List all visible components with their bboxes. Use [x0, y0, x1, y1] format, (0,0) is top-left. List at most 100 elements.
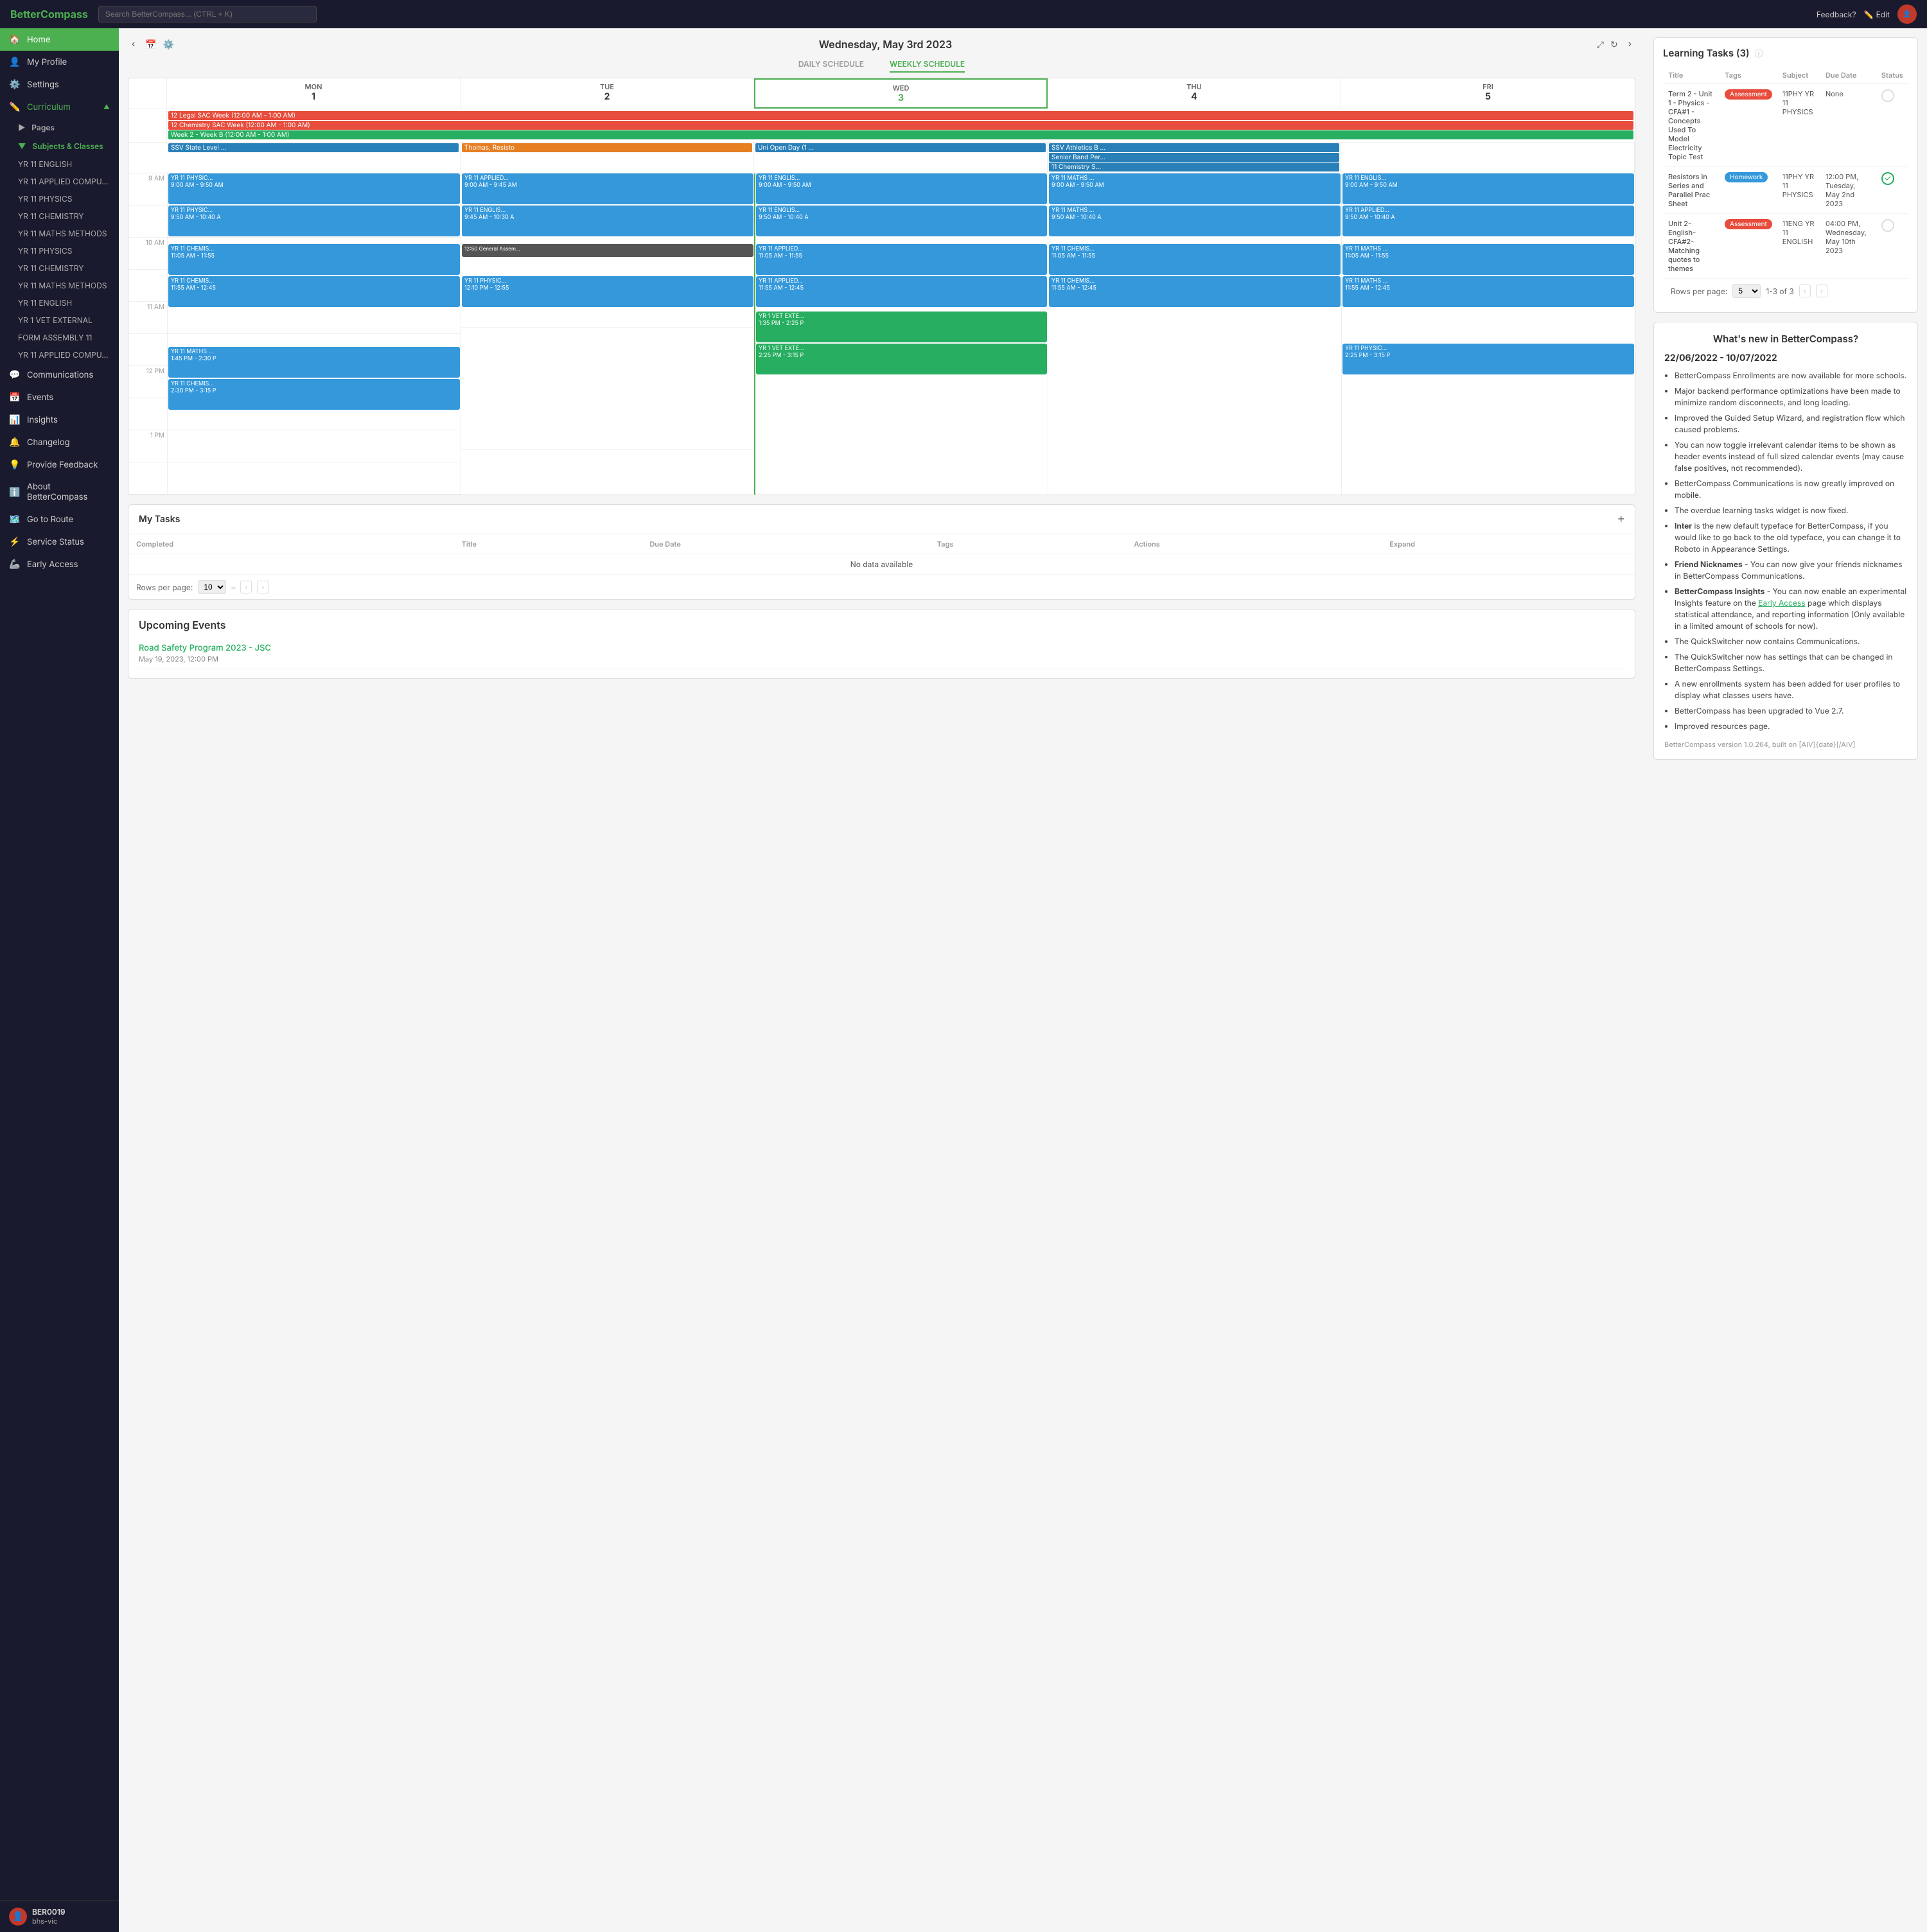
- sidebar-item-yr11-chemistry2[interactable]: YR 11 CHEMISTRY: [0, 259, 119, 277]
- sidebar-item-yr1-vet[interactable]: YR 1 VET EXTERNAL: [0, 312, 119, 329]
- tasks-prev-page-button[interactable]: ‹: [240, 581, 252, 593]
- event-tue-applied[interactable]: YR 11 APPLIED...9:00 AM - 9:45 AM: [462, 173, 753, 204]
- event-mon-chem1[interactable]: YR 11 CHEMIS...11:05 AM - 11:55: [168, 244, 460, 275]
- sidebar-subjects-header[interactable]: ▼ Subjects & Classes: [0, 137, 119, 155]
- sidebar-item-yr11-applied[interactable]: YR 11 APPLIED COMPU...: [0, 173, 119, 190]
- allday-event-legal-sac[interactable]: 12 Legal SAC Week (12:00 AM - 1:00 AM): [168, 111, 1633, 120]
- allday-event-week2[interactable]: Week 2 - Week B (12:00 AM - 1:00 AM): [168, 130, 1633, 139]
- event-tue-physics[interactable]: YR 11 PHYSIC...12:10 PM - 12:55: [462, 276, 753, 307]
- allday-event-ssv-ath[interactable]: SSV Athletics B ...: [1049, 143, 1339, 152]
- cal-refresh-icon-btn[interactable]: ↻: [1610, 39, 1618, 50]
- event-mon-physics2[interactable]: YR 11 PHYSIC...9:50 AM - 10:40 A: [168, 206, 460, 236]
- event-mon-chem2[interactable]: YR 11 CHEMIS...11:55 AM - 12:45: [168, 276, 460, 307]
- allday-event-thomas[interactable]: Thomas, Resisto: [462, 143, 752, 152]
- event-thu-chem1[interactable]: YR 11 CHEMIS...11:05 AM - 11:55: [1049, 244, 1341, 275]
- sidebar-item-early-access[interactable]: 🦾 Early Access: [0, 553, 119, 575]
- sidebar-item-events[interactable]: 📅 Events: [0, 386, 119, 408]
- time-header: [128, 78, 167, 109]
- sidebar-curriculum-label: Curriculum: [27, 102, 71, 112]
- allday-event-uni[interactable]: Uni Open Day (1 ...: [755, 143, 1046, 152]
- lt-title-3[interactable]: Unit 2-English-CFA#2- Matching quotes to…: [1663, 214, 1720, 279]
- lt-title-2[interactable]: Resistors in Series and Parallel Prac Sh…: [1663, 167, 1720, 214]
- event-wed-vet2[interactable]: YR 1 VET EXTE...2:25 PM - 3:15 P: [756, 344, 1047, 374]
- allday-event-senior-band[interactable]: Senior Band Per...: [1049, 153, 1339, 162]
- event-thu-maths2[interactable]: YR 11 MATHS ...9:50 AM - 10:40 A: [1049, 206, 1341, 236]
- cal-prev-button[interactable]: ‹: [128, 37, 139, 51]
- event-fri-maths2[interactable]: YR 11 MATHS ...11:55 AM - 12:45: [1342, 276, 1634, 307]
- sidebar-item-yr11-chemistry[interactable]: YR 11 CHEMISTRY: [0, 207, 119, 225]
- sidebar-user-avatar[interactable]: 👤: [9, 1908, 27, 1926]
- cal-calendar-icon-btn[interactable]: 📅: [145, 39, 156, 50]
- event-tue-general[interactable]: 12:50 General Assem...: [462, 244, 753, 257]
- lt-next-page-button[interactable]: ›: [1816, 285, 1827, 297]
- early-access-link[interactable]: Early Access: [1758, 598, 1805, 608]
- event-fri-maths1[interactable]: YR 11 MATHS ...11:05 AM - 11:55: [1342, 244, 1634, 275]
- my-tasks-add-button[interactable]: +: [1617, 513, 1624, 526]
- lt-title-1[interactable]: Term 2 - Unit 1 - Physics - CFA#1 - Conc…: [1663, 84, 1720, 167]
- sidebar-item-yr11-maths2[interactable]: YR 11 MATHS METHODS: [0, 277, 119, 294]
- sidebar-item-service-status[interactable]: ⚡ Service Status: [0, 531, 119, 553]
- sidebar-item-profile[interactable]: 👤 My Profile: [0, 51, 119, 73]
- user-avatar[interactable]: 👤: [1897, 4, 1917, 24]
- lt-subject-2: 11PHY YR 11 PHYSICS: [1777, 167, 1820, 214]
- event-mon-maths[interactable]: YR 11 MATHS ...1:45 PM - 2:30 P: [168, 347, 460, 378]
- sidebar-item-settings[interactable]: ⚙️ Settings: [0, 73, 119, 96]
- tasks-rows-per-page-select[interactable]: 10 25 50: [198, 580, 226, 594]
- day-num-tue: 2: [463, 91, 751, 102]
- version-info: BetterCompass version 1.0.264, built on …: [1664, 740, 1907, 749]
- sidebar-item-communications[interactable]: 💬 Communications: [0, 364, 119, 386]
- pages-label: Pages: [31, 123, 55, 132]
- lt-rows-per-page-select[interactable]: 5 10 25: [1732, 284, 1761, 298]
- sidebar-item-home[interactable]: 🏠 Home: [0, 28, 119, 51]
- sidebar-item-form-assembly[interactable]: FORM ASSEMBLY 11: [0, 329, 119, 346]
- sidebar-item-yr11-english[interactable]: YR 11 ENGLISH: [0, 155, 119, 173]
- lt-prev-page-button[interactable]: ‹: [1799, 285, 1811, 297]
- allday-event-ssv[interactable]: SSV State Level ...: [168, 143, 459, 152]
- sidebar-item-feedback[interactable]: 💡 Provide Feedback: [0, 453, 119, 476]
- event-wed-vet1[interactable]: YR 1 VET EXTE...1:35 PM - 2:25 P: [756, 312, 1047, 342]
- wn-item-9: BetterCompass Insights - You can now ena…: [1675, 586, 1907, 632]
- learning-tasks-card: Learning Tasks (3) ⓘ Title Tags Subject …: [1653, 37, 1918, 313]
- tasks-next-page-button[interactable]: ›: [257, 581, 268, 593]
- event-name-road-safety[interactable]: Road Safety Program 2023 - JSC: [139, 643, 1624, 653]
- edit-button[interactable]: ✏️ Edit: [1864, 10, 1890, 19]
- event-wed-english1[interactable]: YR 11 ENGLIS...9:00 AM - 9:50 AM: [756, 173, 1047, 204]
- tab-weekly[interactable]: WEEKLY SCHEDULE: [890, 59, 965, 73]
- sidebar-item-yr11-applied2[interactable]: YR 11 APPLIED COMPU...: [0, 346, 119, 364]
- tasks-rows-per-page-label: Rows per page:: [136, 583, 193, 592]
- allday-event-11-chem[interactable]: 11 Chemistry S...: [1049, 162, 1339, 171]
- allday-col-thu: SSV Athletics B ... Senior Band Per... 1…: [1048, 143, 1341, 173]
- cal-settings-icon-btn[interactable]: ⚙️: [163, 39, 174, 50]
- sidebar-item-changelog[interactable]: 🔔 Changelog: [0, 431, 119, 453]
- event-tue-english[interactable]: YR 11 ENGLIS...9:45 AM - 10:30 A: [462, 206, 753, 236]
- tab-daily[interactable]: DAILY SCHEDULE: [798, 59, 864, 73]
- cal-next-button[interactable]: ›: [1624, 37, 1635, 51]
- day-num-thu: 4: [1050, 91, 1338, 102]
- dash-separator: –: [231, 583, 235, 592]
- event-wed-applied1[interactable]: YR 11 APPLIED...11:05 AM - 11:55: [756, 244, 1047, 275]
- sidebar-item-yr11-physics[interactable]: YR 11 PHYSICS: [0, 190, 119, 207]
- event-mon-chem3[interactable]: YR 11 CHEMIS...2:30 PM - 3:15 P: [168, 379, 460, 410]
- sidebar-status-label: Service Status: [27, 537, 84, 547]
- event-thu-maths1[interactable]: YR 11 MATHS ...9:00 AM - 9:50 AM: [1049, 173, 1341, 204]
- info-circle-icon[interactable]: ⓘ: [1755, 47, 1763, 59]
- sidebar-item-go-route[interactable]: 🗺️ Go to Route: [0, 508, 119, 531]
- event-fri-physics[interactable]: YR 11 PHYSIC...2:25 PM - 3:15 P: [1342, 344, 1634, 374]
- sidebar-item-yr11-maths1[interactable]: YR 11 MATHS METHODS: [0, 225, 119, 242]
- event-fri-english1[interactable]: YR 11 ENGLIS...9:00 AM - 9:50 AM: [1342, 173, 1634, 204]
- event-thu-chem2[interactable]: YR 11 CHEMIS...11:55 AM - 12:45: [1049, 276, 1341, 307]
- event-wed-applied2[interactable]: YR 11 APPLIED...11:55 AM - 12:45: [756, 276, 1047, 307]
- cal-expand-icon-btn[interactable]: ⤢: [1597, 39, 1604, 50]
- event-fri-applied[interactable]: YR 11 APPLIED...9:50 AM - 10:40 A: [1342, 206, 1634, 236]
- event-mon-physics1[interactable]: YR 11 PHYSIC...9:00 AM - 9:50 AM: [168, 173, 460, 204]
- search-input[interactable]: [98, 6, 317, 22]
- sidebar-item-yr11-english2[interactable]: YR 11 ENGLISH: [0, 294, 119, 312]
- allday-event-chem-sac[interactable]: 12 Chemistry SAC Week (12:00 AM - 1:00 A…: [168, 121, 1633, 130]
- sidebar-item-curriculum[interactable]: ✏️ Curriculum ▲: [0, 96, 119, 118]
- sidebar-about-label: About BetterCompass: [27, 482, 110, 502]
- sidebar-item-insights[interactable]: 📊 Insights: [0, 408, 119, 431]
- event-wed-english2[interactable]: YR 11 ENGLIS...9:50 AM - 10:40 A: [756, 206, 1047, 236]
- sidebar-item-yr11-physics2[interactable]: YR 11 PHYSICS: [0, 242, 119, 259]
- sidebar-pages-header[interactable]: ▶ Pages: [0, 118, 119, 137]
- sidebar-item-about[interactable]: ℹ️ About BetterCompass: [0, 476, 119, 508]
